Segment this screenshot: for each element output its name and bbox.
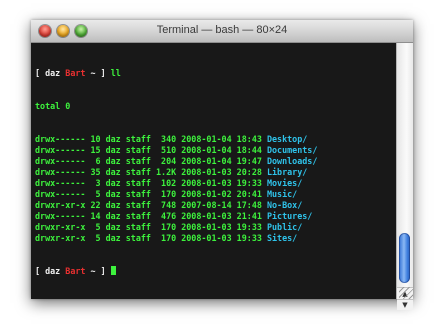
entry-meta: drwx------ 10 daz staff 340 2008-01-04 1… bbox=[35, 134, 267, 144]
directory-name: Library/ bbox=[266, 167, 308, 177]
prompt-host: Bart bbox=[65, 68, 86, 78]
directory-name: Music/ bbox=[266, 189, 298, 199]
entry-meta: drwxr-xr-x 5 daz staff 170 2008-01-03 19… bbox=[35, 233, 267, 243]
window-title: Terminal — bash — 80×24 bbox=[156, 24, 288, 36]
directory-name: Sites/ bbox=[266, 233, 298, 243]
listing-row: drwx------ 15 daz staff 510 2008-01-04 1… bbox=[35, 145, 317, 156]
listing-row: drwxr-xr-x 5 daz staff 170 2008-01-03 19… bbox=[35, 233, 317, 244]
listing-row: drwx------ 6 daz staff 204 2008-01-04 19… bbox=[35, 156, 317, 167]
title-bar[interactable]: Terminal — bash — 80×24 bbox=[31, 20, 413, 43]
entry-meta: drwx------ 14 daz staff 476 2008-01-03 2… bbox=[35, 211, 267, 221]
directory-name: Downloads/ bbox=[266, 156, 318, 166]
listing-row: drwxr-xr-x 22 daz staff 748 2007-08-14 1… bbox=[35, 200, 317, 211]
entry-meta: drwx------ 3 daz staff 102 2008-01-03 19… bbox=[35, 178, 267, 188]
directory-name: Pictures/ bbox=[266, 211, 313, 221]
directory-name: Desktop/ bbox=[266, 134, 308, 144]
terminal-output: [ daz Bart ~ ] ll total 0 drwx------ 10 … bbox=[35, 46, 317, 299]
directory-name: Documents/ bbox=[266, 145, 318, 155]
listing-row: drwx------ 35 daz staff 1.2K 2008-01-03 … bbox=[35, 167, 317, 178]
scrollbar-thumb[interactable] bbox=[399, 233, 410, 283]
arrow-down-icon[interactable]: ▼ bbox=[397, 299, 413, 310]
listing-row: drwx------ 5 daz staff 170 2008-01-02 20… bbox=[35, 189, 317, 200]
directory-listing: drwx------ 10 daz staff 340 2008-01-04 1… bbox=[35, 134, 317, 244]
prompt-line-current: [ daz Bart ~ ] bbox=[35, 266, 317, 277]
listing-row: drwx------ 14 daz staff 476 2008-01-03 2… bbox=[35, 211, 317, 222]
entry-meta: drwx------ 6 daz staff 204 2008-01-04 19… bbox=[35, 156, 267, 166]
cursor bbox=[110, 266, 116, 275]
directory-name: Public/ bbox=[266, 222, 303, 232]
entry-meta: drwx------ 35 daz staff 1.2K 2008-01-03 … bbox=[35, 167, 267, 177]
listing-row: drwx------ 10 daz staff 340 2008-01-04 1… bbox=[35, 134, 317, 145]
prompt-line: [ daz Bart ~ ] ll bbox=[35, 68, 121, 78]
entry-meta: drwx------ 15 daz staff 510 2008-01-04 1… bbox=[35, 145, 267, 155]
terminal-window: Terminal — bash — 80×24 [ daz Bart ~ ] l… bbox=[31, 20, 413, 310]
terminal-content[interactable]: [ daz Bart ~ ] ll total 0 drwx------ 10 … bbox=[31, 43, 397, 299]
listing-row: drwxr-xr-x 5 daz staff 170 2008-01-03 19… bbox=[35, 222, 317, 233]
resize-grip-icon[interactable] bbox=[399, 287, 413, 299]
directory-name: Movies/ bbox=[266, 178, 303, 188]
directory-name: No-Box/ bbox=[266, 200, 303, 210]
command-text: ll bbox=[110, 68, 121, 78]
entry-meta: drwxr-xr-x 22 daz staff 748 2007-08-14 1… bbox=[35, 200, 267, 210]
entry-meta: drwxr-xr-x 5 daz staff 170 2008-01-03 19… bbox=[35, 222, 267, 232]
entry-meta: drwx------ 5 daz staff 170 2008-01-02 20… bbox=[35, 189, 267, 199]
vertical-scrollbar[interactable]: ▲ ▼ bbox=[396, 43, 413, 310]
total-line: total 0 bbox=[35, 101, 71, 111]
listing-row: drwx------ 3 daz staff 102 2008-01-03 19… bbox=[35, 178, 317, 189]
